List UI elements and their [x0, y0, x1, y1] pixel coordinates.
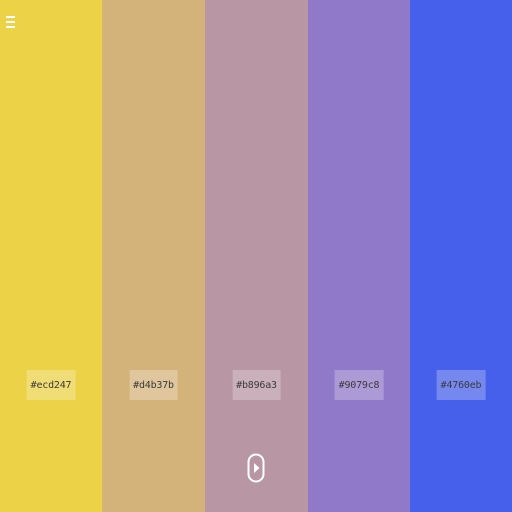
color-swatch-4[interactable]: #9079c8: [308, 0, 410, 512]
hex-code-label[interactable]: #9079c8: [334, 370, 384, 400]
menu-icon[interactable]: [5, 14, 17, 30]
color-swatch-5[interactable]: #4760eb: [410, 0, 512, 512]
color-swatch-3[interactable]: #b896a3: [205, 0, 308, 512]
color-swatch-1[interactable]: #ecd247: [0, 0, 102, 512]
play-icon: [247, 453, 265, 483]
color-swatch-2[interactable]: #d4b37b: [102, 0, 205, 512]
hex-code-label[interactable]: #d4b37b: [129, 370, 178, 400]
menu-line: [6, 21, 15, 23]
menu-line: [6, 16, 15, 18]
hex-code-label[interactable]: #b896a3: [232, 370, 281, 400]
palette-app: #ecd247 #d4b37b #b896a3 #9079c8 #4760eb: [0, 0, 512, 512]
hex-code-label[interactable]: #ecd247: [26, 370, 76, 400]
menu-line: [6, 26, 15, 28]
hex-code-label[interactable]: #4760eb: [436, 370, 486, 400]
play-button[interactable]: [247, 453, 265, 483]
